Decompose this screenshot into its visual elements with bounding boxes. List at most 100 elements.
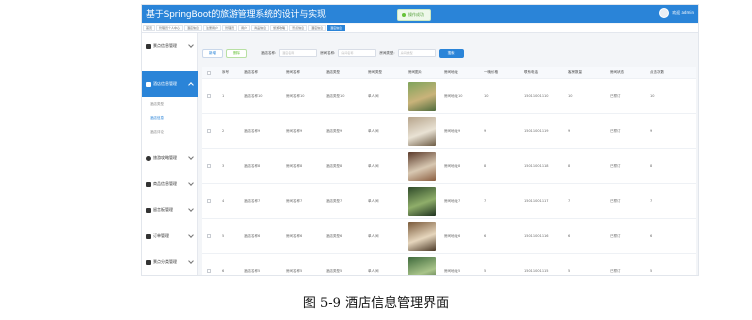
- table-cell: 6: [650, 234, 653, 238]
- column-header[interactable]: 房间名称: [284, 70, 324, 75]
- table-cell: 单人间: [368, 163, 379, 168]
- table-row[interactable]: 1 酒店名称10 房间名称10 酒店类型10 单人间 房间地址10 10 1501100111…: [202, 79, 696, 114]
- column-header[interactable]: 酒店类型: [324, 70, 366, 75]
- column-header[interactable]: 序号: [220, 70, 242, 75]
- tab-products[interactable]: 商品信息: [251, 25, 270, 31]
- submenu-hotel-info[interactable]: 酒店信息: [142, 111, 198, 125]
- column-header[interactable]: 一晚价格: [482, 70, 522, 75]
- submenu-hotel-types[interactable]: 酒店类型: [142, 97, 198, 111]
- table-row[interactable]: 4 酒店名称7 房间名称7 酒店类型7 单人间 房间地址7 7 15011001117 7 已预订…: [202, 184, 696, 219]
- column-header[interactable]: 房间类型: [366, 70, 406, 75]
- table-cell: 10: [650, 94, 655, 98]
- tab-attractions[interactable]: 景点信息: [289, 25, 308, 31]
- table-row[interactable]: 6 酒店名称5 房间名称5 酒店类型5 单人间 房间地址5 5 15011001115 5 已预订…: [202, 254, 696, 275]
- sidebar-item-label: 酒店信息管理: [153, 81, 177, 86]
- user-menu[interactable]: 欢迎 admin: [659, 8, 694, 18]
- tab-admin[interactable]: 管理员: [222, 25, 238, 31]
- sidebar-item-categories[interactable]: 景点分类管理: [142, 249, 198, 275]
- shop-icon: [146, 181, 151, 187]
- table-cell: 已预订: [610, 163, 621, 168]
- grid-icon: [146, 259, 151, 265]
- sidebar-item-attractions[interactable]: 景点信息管理: [142, 33, 198, 59]
- table-row[interactable]: 2 酒店名称9 房间名称9 酒店类型9 单人间 房间地址9 9 15011001119 9 已预订…: [202, 114, 696, 149]
- room-image: [408, 186, 436, 216]
- table-cell: 已预订: [610, 128, 621, 133]
- row-checkbox[interactable]: [207, 94, 211, 98]
- row-checkbox[interactable]: [207, 269, 211, 273]
- table-cell: 15011001118: [524, 164, 549, 168]
- room-image: [408, 81, 436, 111]
- table-cell: 4: [222, 199, 225, 203]
- room-image: [408, 256, 436, 275]
- tab-hotel-info[interactable]: 酒店信息: [184, 25, 203, 31]
- table-cell: 单人间: [368, 93, 379, 98]
- table-cell: 15011001117: [524, 199, 549, 203]
- column-header[interactable]: 联系电话: [522, 70, 566, 75]
- table-cell: 酒店名称9: [244, 128, 261, 133]
- table-cell: 房间名称5: [286, 268, 303, 273]
- tab-admin-center[interactable]: 管理员个人中心: [156, 25, 184, 31]
- sidebar-item-label: 景点分类管理: [153, 259, 177, 264]
- tab-registered-users[interactable]: 注册用户: [203, 25, 222, 31]
- tab-guides[interactable]: 旅游攻略: [270, 25, 289, 31]
- add-button[interactable]: 新增: [202, 48, 223, 58]
- column-header[interactable]: 客房数量: [566, 70, 608, 75]
- sidebar-item-guides[interactable]: 旅游攻略管理: [142, 145, 198, 171]
- submenu-hotel-comments[interactable]: 酒店评论: [142, 125, 198, 139]
- table-header: 序号 酒店名称 房间名称 酒店类型 房间类型 房间图片 房间地址 一晚价格 联系…: [202, 67, 696, 79]
- table-cell: 酒店类型6: [326, 233, 343, 238]
- avatar[interactable]: [659, 8, 670, 18]
- main-content: 新增 删除 酒店名称: 酒店名称 房间名称: 房间名称 房间类型: 房间类型 搜…: [202, 35, 696, 275]
- sidebar-item-hotels[interactable]: 酒店信息管理: [142, 71, 198, 97]
- tab-home[interactable]: 首页: [143, 25, 156, 31]
- delete-button[interactable]: 删除: [226, 48, 247, 58]
- room-type-label: 房间类型:: [379, 50, 395, 55]
- row-checkbox[interactable]: [207, 199, 211, 203]
- table-cell: 2: [222, 129, 225, 133]
- room-image: [408, 116, 436, 146]
- table-cell: 5: [650, 269, 653, 273]
- table-cell: 房间名称10: [286, 93, 305, 98]
- tab-hotel-info-active[interactable]: 酒店信息: [327, 25, 346, 31]
- table-cell: 酒店名称5: [244, 268, 261, 273]
- table-cell: 房间地址10: [444, 93, 463, 98]
- search-button[interactable]: 搜索: [438, 48, 464, 58]
- table-cell: 已预订: [610, 93, 621, 98]
- row-checkbox[interactable]: [207, 164, 211, 168]
- sidebar-item-products[interactable]: 商品信息管理: [142, 171, 198, 197]
- room-type-select[interactable]: 房间类型: [397, 49, 436, 57]
- room-image: [408, 221, 436, 251]
- select-all-checkbox[interactable]: [207, 70, 211, 75]
- table-cell: 9: [568, 129, 571, 133]
- row-checkbox[interactable]: [207, 129, 211, 133]
- tab-hotel-info-2[interactable]: 酒店信息: [308, 25, 327, 31]
- column-header[interactable]: 点击次数: [648, 70, 686, 75]
- table-cell: 单人间: [368, 268, 379, 273]
- tab-users[interactable]: 用户: [238, 25, 251, 31]
- column-header[interactable]: 房间地址: [442, 70, 482, 75]
- column-header[interactable]: 酒店名称: [242, 70, 284, 75]
- chevron-down-icon: [188, 42, 194, 48]
- grid-icon: [146, 43, 151, 49]
- table-row[interactable]: 5 酒店名称6 房间名称6 酒店类型6 单人间 房间地址6 6 15011001116 6 已预订…: [202, 219, 696, 254]
- table-cell: 已预订: [610, 233, 621, 238]
- row-checkbox[interactable]: [207, 234, 211, 238]
- sidebar-item-messages[interactable]: 留言板管理: [142, 197, 198, 223]
- hotel-name-input[interactable]: 酒店名称: [279, 49, 318, 57]
- table-cell: 7: [484, 199, 487, 203]
- table-cell: 酒店类型8: [326, 163, 343, 168]
- table-cell: 房间名称9: [286, 128, 303, 133]
- room-name-input[interactable]: 房间名称: [338, 49, 377, 57]
- column-header[interactable]: 房间状态: [608, 70, 648, 75]
- table-cell: 8: [650, 164, 653, 168]
- sidebar-item-orders[interactable]: 订单管理: [142, 223, 198, 249]
- table-cell: 10: [484, 94, 489, 98]
- hotel-table: 序号 酒店名称 房间名称 酒店类型 房间类型 房间图片 房间地址 一晚价格 联系…: [202, 67, 696, 275]
- table-cell: 酒店名称10: [244, 93, 263, 98]
- table-row[interactable]: 3 酒店名称8 房间名称8 酒店类型8 单人间 房间地址8 8 15011001118 8 已预订…: [202, 149, 696, 184]
- sidebar-item-label: 景点信息管理: [153, 43, 177, 48]
- chevron-down-icon: [188, 232, 194, 238]
- screenshot-frame: 基于SpringBoot的旅游管理系统的设计与实现 操作成功 欢迎 admin …: [141, 4, 699, 276]
- chevron-down-icon: [188, 180, 194, 186]
- table-cell: 8: [484, 164, 487, 168]
